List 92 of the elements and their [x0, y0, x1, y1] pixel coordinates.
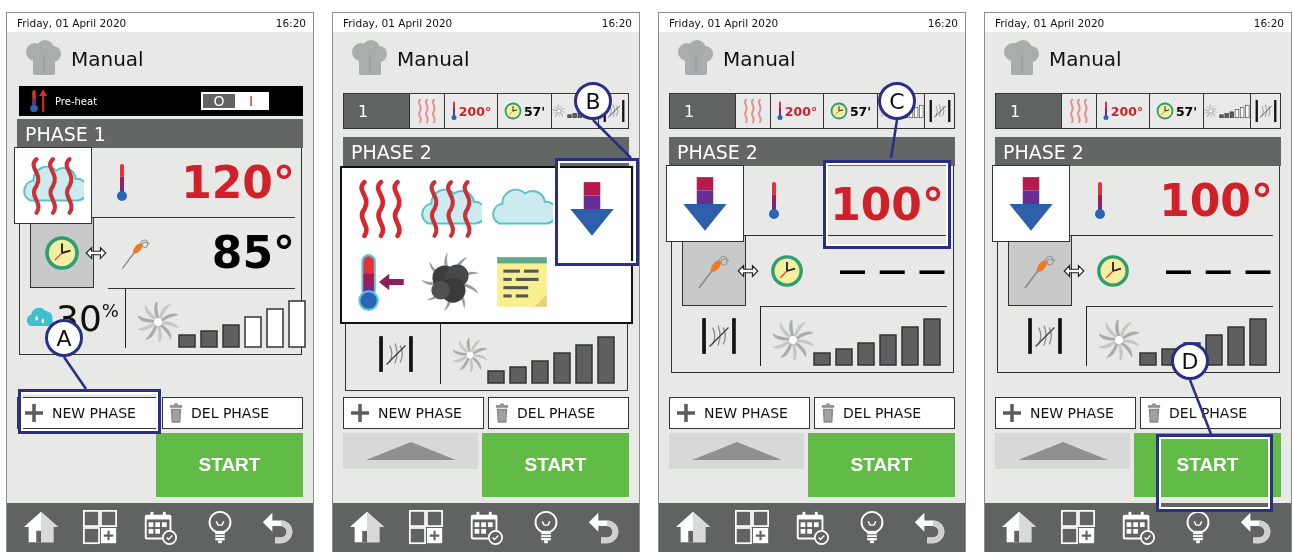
- phase-time: 57': [849, 103, 872, 119]
- add-grid-icon: [407, 508, 446, 547]
- delete-phase-button[interactable]: DEL PHASE: [162, 397, 303, 429]
- phase-temperature: 200°: [458, 103, 492, 119]
- swap-arrows-icon: [1062, 263, 1086, 279]
- callout-label: B: [574, 82, 612, 120]
- steam-heat-icon: [420, 177, 483, 240]
- time-label: 16:20: [601, 16, 632, 29]
- core-mode-button[interactable]: [682, 236, 746, 306]
- fan-icon: [552, 102, 566, 120]
- new-phase-button[interactable]: NEW PHASE: [343, 397, 484, 429]
- swap-arrows-icon: [736, 263, 760, 279]
- preheat-label: Pre-heat: [55, 95, 99, 107]
- fan-icon: [137, 302, 178, 342]
- add-grid-icon: [733, 508, 772, 547]
- trash-icon: [821, 403, 835, 423]
- swap-arrows-icon: [84, 245, 108, 261]
- core-value: — — —: [837, 254, 947, 287]
- thermometer-icon: [768, 180, 780, 221]
- add-grid-button[interactable]: [81, 508, 120, 547]
- add-grid-button[interactable]: [733, 508, 772, 547]
- fan-icon: [773, 320, 813, 360]
- plus-icon: [676, 403, 696, 423]
- date-label: Friday, 01 April 2020: [995, 16, 1105, 29]
- leader-line: [592, 120, 632, 158]
- delete-phase-button[interactable]: DEL PHASE: [814, 397, 955, 429]
- plus-icon: [1002, 403, 1022, 423]
- thermometer-icon: [1094, 180, 1106, 221]
- time-label: 16:20: [927, 16, 958, 29]
- phase-number: 1: [358, 101, 369, 121]
- leader-line: [63, 357, 87, 389]
- mode-button[interactable]: [992, 165, 1070, 242]
- screen-title: Manual: [1049, 47, 1122, 71]
- phase-number: 1: [684, 101, 695, 121]
- date-label: Friday, 01 April 2020: [669, 16, 779, 29]
- new-phase-button[interactable]: NEW PHASE: [17, 397, 158, 429]
- core-value: 85°: [210, 227, 295, 278]
- fan-icon: [1099, 320, 1139, 360]
- time-label: 16:20: [275, 16, 306, 29]
- core-mode-button[interactable]: [1008, 236, 1072, 306]
- phase-header: PHASE 1: [17, 119, 303, 148]
- delete-phase-button[interactable]: DEL PHASE: [488, 397, 629, 429]
- time-label: 16:20: [1253, 16, 1284, 29]
- phase-header: PHASE 2: [669, 137, 955, 166]
- fan-icon: [453, 338, 487, 372]
- phase-header: PHASE 2: [343, 137, 629, 166]
- trash-icon: [495, 403, 509, 423]
- steam-heat-icon: [22, 154, 84, 217]
- clock-icon: [1096, 253, 1130, 288]
- clock-icon: [770, 253, 804, 288]
- temperature-value: 100°: [1159, 175, 1273, 226]
- clock-icon: [503, 102, 522, 120]
- core-value: — — —: [1163, 254, 1273, 287]
- phase-number: 1: [1010, 101, 1021, 121]
- temperature-value: 100°: [830, 179, 944, 230]
- thermometer-icon: [450, 101, 457, 121]
- add-grid-button[interactable]: [1059, 508, 1098, 547]
- add-grid-icon: [81, 508, 120, 547]
- leader-line: [890, 120, 898, 158]
- thermometer-icon: [116, 162, 128, 203]
- temperature-value: 120°: [181, 157, 295, 208]
- screen-title: Manual: [71, 47, 144, 71]
- add-grid-icon: [1059, 508, 1098, 547]
- clock-icon: [1155, 102, 1174, 120]
- add-grid-button[interactable]: [407, 508, 446, 547]
- phase-temperature: 200°: [1110, 103, 1144, 119]
- callout-label: D: [1171, 342, 1209, 380]
- new-phase-button[interactable]: NEW PHASE: [669, 397, 810, 429]
- screen-title: Manual: [723, 47, 796, 71]
- clock-icon: [829, 102, 848, 120]
- thermometer-arrow-icon: [29, 88, 49, 114]
- phase-time: 57': [1175, 103, 1198, 119]
- screen-title: Manual: [397, 47, 470, 71]
- phase-header: PHASE 2: [995, 137, 1281, 166]
- phase-time: 57': [523, 103, 546, 119]
- mode-button[interactable]: [14, 147, 92, 224]
- fan-icon: [1204, 102, 1218, 120]
- trash-icon: [169, 403, 183, 423]
- trash-icon: [1147, 403, 1161, 423]
- mode-button[interactable]: [666, 165, 744, 242]
- preheat-switch[interactable]: O I: [201, 92, 269, 110]
- core-mode-button[interactable]: [30, 218, 94, 288]
- phase-temperature: 200°: [784, 103, 818, 119]
- date-label: Friday, 01 April 2020: [17, 16, 127, 29]
- plus-icon: [24, 403, 44, 423]
- clock-icon: [44, 234, 80, 271]
- new-phase-button[interactable]: NEW PHASE: [995, 397, 1136, 429]
- date-label: Friday, 01 April 2020: [343, 16, 453, 29]
- plus-icon: [350, 403, 370, 423]
- thermometer-icon: [776, 101, 783, 121]
- callout-label: C: [878, 82, 916, 120]
- thermometer-icon: [1102, 101, 1109, 121]
